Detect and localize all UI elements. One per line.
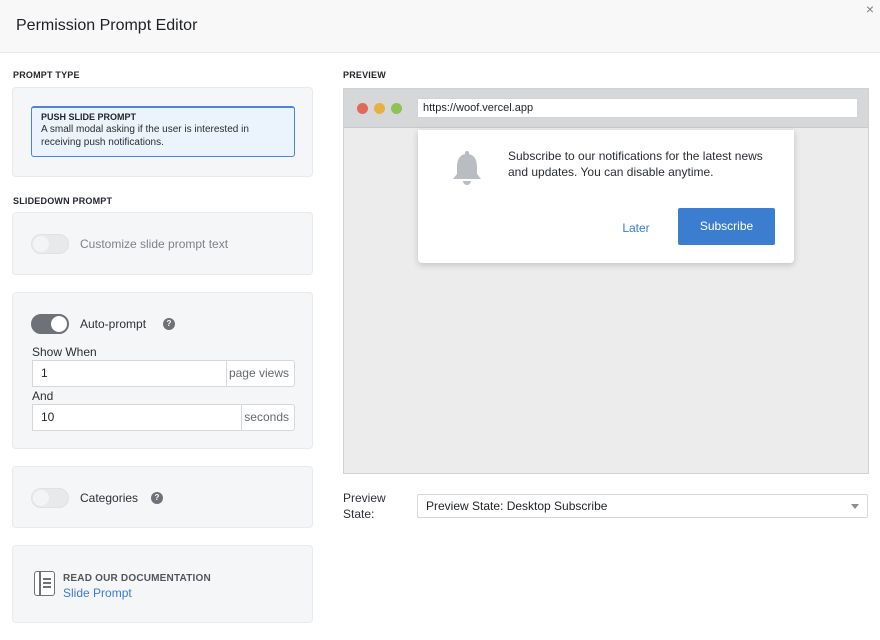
and-label: And — [32, 389, 54, 403]
url-bar: https://woof.vercel.app — [417, 98, 858, 118]
categories-help-icon[interactable]: ? — [151, 492, 163, 504]
preview-state-label: Preview State: — [343, 491, 386, 521]
preview-section-label: PREVIEW — [343, 70, 386, 80]
auto-prompt-toggle[interactable] — [31, 314, 69, 334]
page-views-input[interactable]: 1 — [32, 360, 226, 387]
maximize-dot-icon — [391, 103, 402, 114]
slide-prompt-doc-link[interactable]: Slide Prompt — [63, 586, 132, 600]
categories-card: Categories ? — [12, 466, 313, 528]
minimize-dot-icon — [374, 103, 385, 114]
later-button[interactable]: Later — [608, 210, 664, 247]
customize-text-toggle[interactable] — [31, 234, 69, 254]
slidedown-section-label: SLIDEDOWN PROMPT — [13, 196, 113, 206]
seconds-unit: seconds — [241, 404, 295, 431]
preview-state-value: Preview State: Desktop Subscribe — [426, 499, 608, 513]
show-when-label: Show When — [32, 345, 97, 359]
slide-prompt-modal: Subscribe to our notifications for the l… — [418, 130, 794, 263]
close-icon[interactable]: × — [863, 2, 877, 16]
prompt-type-description: A small modal asking if the user is inte… — [41, 124, 249, 148]
documentation-heading: READ OUR DOCUMENTATION — [63, 573, 211, 584]
dialog-header: Permission Prompt Editor — [0, 0, 880, 53]
dialog-title: Permission Prompt Editor — [16, 17, 198, 34]
prompt-type-card: PUSH SLIDE PROMPT A small modal asking i… — [12, 87, 313, 177]
customize-text-label: Customize slide prompt text — [80, 237, 229, 251]
chevron-down-icon — [851, 504, 859, 509]
seconds-input[interactable]: 10 — [32, 404, 242, 431]
prompt-type-section-label: PROMPT TYPE — [13, 70, 80, 80]
auto-prompt-card: Auto-prompt ? Show When 1 page views And… — [12, 292, 313, 449]
close-dot-icon — [357, 103, 368, 114]
categories-toggle[interactable] — [31, 488, 69, 508]
prompt-type-title: PUSH SLIDE PROMPT — [41, 112, 137, 122]
subscribe-button[interactable]: Subscribe — [678, 208, 775, 245]
page-views-unit: page views — [225, 360, 295, 387]
seconds-input-group: 10 seconds — [32, 404, 295, 431]
preview-pane: https://woof.vercel.app Subscribe to our… — [343, 88, 869, 474]
document-icon — [34, 571, 55, 596]
preview-state-select[interactable]: Preview State: Desktop Subscribe — [417, 494, 868, 518]
auto-prompt-label: Auto-prompt — [80, 317, 147, 331]
documentation-card: READ OUR DOCUMENTATION Slide Prompt — [12, 545, 313, 623]
push-slide-prompt-option[interactable]: PUSH SLIDE PROMPT A small modal asking i… — [31, 106, 295, 157]
auto-prompt-help-icon[interactable]: ? — [163, 318, 175, 330]
browser-bar: https://woof.vercel.app — [344, 89, 868, 128]
slide-prompt-message: Subscribe to our notifications for the l… — [508, 149, 763, 179]
bell-icon — [453, 151, 481, 185]
customize-text-card: Customize slide prompt text — [12, 212, 313, 275]
categories-label: Categories — [80, 491, 139, 505]
page-views-input-group: 1 page views — [32, 360, 295, 387]
